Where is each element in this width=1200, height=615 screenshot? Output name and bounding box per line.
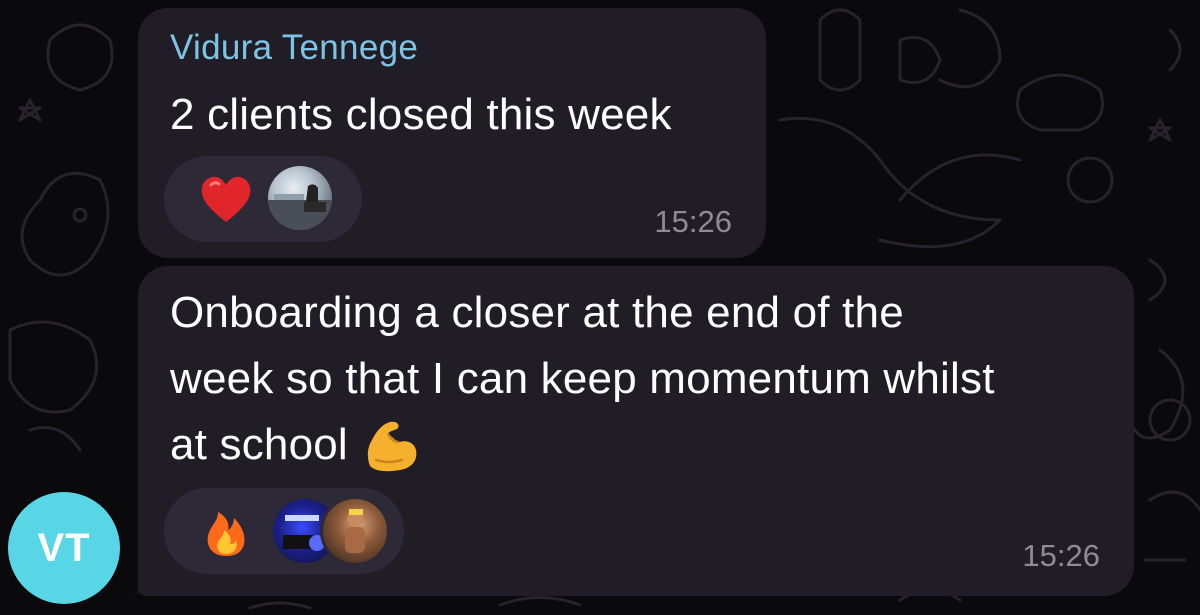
message-line-last: at school — [170, 412, 1120, 478]
message-bubble[interactable]: Vidura Tennege 2 clients closed this wee… — [138, 8, 766, 258]
avatar-initials: VT — [37, 526, 91, 570]
message-line: week so that I can keep momentum whilst — [170, 354, 995, 403]
heart-icon[interactable] — [198, 172, 254, 226]
chat-view: Vidura Tennege 2 clients closed this wee… — [0, 0, 1200, 615]
sender-avatar[interactable]: VT — [8, 492, 120, 604]
message-text: Onboarding a closer at the end of the we… — [170, 280, 1120, 478]
message-timestamp: 15:26 — [1022, 538, 1100, 573]
message-line: at school — [170, 420, 348, 469]
fire-icon[interactable] — [198, 504, 254, 558]
reactions-bar[interactable] — [164, 488, 404, 574]
reactor-avatar[interactable] — [268, 166, 332, 230]
sender-name[interactable]: Vidura Tennege — [170, 28, 418, 68]
message-text: 2 clients closed this week — [170, 90, 672, 139]
bubble-tail — [124, 560, 162, 596]
message-timestamp: 15:26 — [654, 204, 732, 239]
message-bubble[interactable]: Onboarding a closer at the end of the we… — [138, 266, 1134, 596]
reactor-avatar[interactable] — [320, 496, 390, 566]
message-line: Onboarding a closer at the end of the — [170, 288, 904, 337]
reactions-bar[interactable] — [164, 156, 362, 242]
flexed-biceps-icon — [367, 421, 417, 472]
